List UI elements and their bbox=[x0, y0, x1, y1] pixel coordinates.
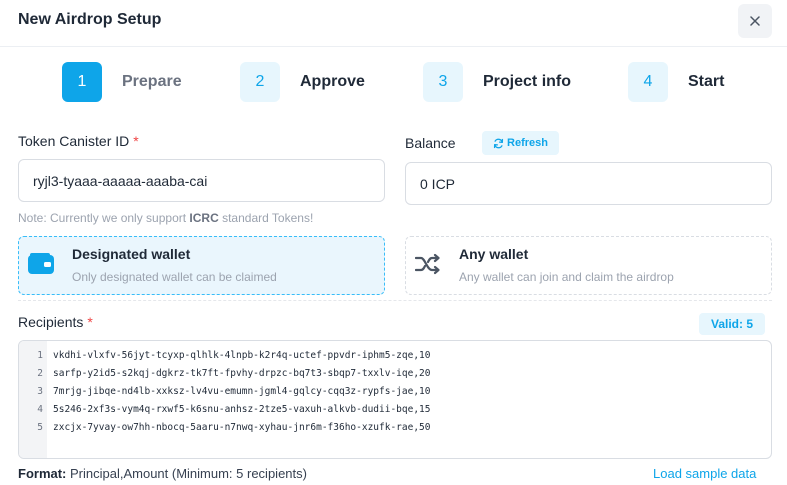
modal-title: New Airdrop Setup bbox=[18, 11, 162, 28]
recipient-line[interactable]: 7mrjg-jibqe-nd4lb-xxksz-lv4vu-emumn-jgml… bbox=[53, 383, 431, 401]
recipient-line[interactable]: vkdhi-vlxfv-56jyt-tcyxp-qlhlk-4lnpb-k2r4… bbox=[53, 347, 431, 365]
line-number: 2 bbox=[37, 368, 43, 379]
step-label: Start bbox=[688, 73, 725, 90]
format-hint: Format: Principal,Amount (Minimum: 5 rec… bbox=[18, 466, 307, 481]
wallet-icon bbox=[28, 251, 54, 277]
note-bold: ICRC bbox=[189, 211, 219, 225]
step-project-info: 3 Project info bbox=[423, 62, 571, 102]
modal-header: New Airdrop Setup bbox=[0, 0, 787, 47]
token-note: Note: Currently we only support ICRC sta… bbox=[18, 211, 313, 225]
recipients-label-text: Recipients bbox=[18, 314, 84, 330]
token-canister-label: Token Canister ID * bbox=[18, 133, 139, 149]
step-approve: 2 Approve bbox=[240, 62, 365, 102]
any-wallet-option[interactable]: Any wallet Any wallet can join and claim… bbox=[405, 236, 772, 295]
step-label: Approve bbox=[300, 73, 365, 90]
required-mark: * bbox=[133, 133, 139, 149]
line-number: 4 bbox=[37, 404, 43, 415]
close-icon bbox=[750, 16, 760, 26]
recipients-code[interactable]: vkdhi-vlxfv-56jyt-tcyxp-qlhlk-4lnpb-k2r4… bbox=[53, 347, 431, 437]
step-number: 3 bbox=[423, 62, 463, 102]
recipients-label: Recipients * bbox=[18, 314, 93, 330]
step-prepare: 1 Prepare bbox=[62, 62, 182, 102]
note-suffix: standard Tokens! bbox=[218, 211, 314, 225]
recipients-editor[interactable]: 1 2 3 4 5 vkdhi-vlxfv-56jyt-tcyxp-qlhlk-… bbox=[18, 340, 772, 459]
balance-label: Balance bbox=[405, 135, 456, 151]
required-mark: * bbox=[87, 314, 93, 330]
wallet-option-title: Any wallet bbox=[459, 246, 529, 262]
step-label: Project info bbox=[483, 73, 572, 90]
recipient-line[interactable]: 5s246-2xf3s-vym4q-rxwf5-k6snu-anhsz-2tze… bbox=[53, 401, 431, 419]
wallet-option-subtitle: Any wallet can join and claim the airdro… bbox=[459, 270, 674, 284]
line-number-gutter: 1 2 3 4 5 bbox=[19, 341, 47, 458]
valid-count-badge: Valid: 5 bbox=[699, 313, 765, 335]
balance-display: 0 ICP bbox=[405, 162, 772, 205]
recipient-line[interactable]: zxcjx-7yvay-ow7hh-nbocq-5aaru-n7nwq-xyha… bbox=[53, 419, 431, 437]
load-sample-data-link[interactable]: Load sample data bbox=[653, 466, 756, 481]
note-prefix: Note: Currently we only support bbox=[18, 211, 190, 225]
step-number: 1 bbox=[62, 62, 102, 102]
step-label: Prepare bbox=[122, 73, 182, 90]
format-hint-text: Principal,Amount (Minimum: 5 recipients) bbox=[66, 466, 307, 481]
step-number: 2 bbox=[240, 62, 280, 102]
balance-value: 0 ICP bbox=[420, 175, 456, 192]
wallet-option-title: Designated wallet bbox=[72, 246, 191, 262]
refresh-button[interactable]: Refresh bbox=[482, 131, 559, 155]
line-number: 5 bbox=[37, 422, 43, 433]
shuffle-icon bbox=[415, 251, 441, 277]
step-number: 4 bbox=[628, 62, 668, 102]
section-divider bbox=[18, 300, 772, 301]
recipient-line[interactable]: sarfp-y2id5-s2kqj-dgkrz-tk7ft-fpvhy-drpz… bbox=[53, 365, 431, 383]
format-hint-bold: Format: bbox=[18, 466, 67, 481]
token-canister-value: ryjl3-tyaaa-aaaaa-aaaba-cai bbox=[33, 172, 208, 189]
designated-wallet-option[interactable]: Designated wallet Only designated wallet… bbox=[18, 236, 385, 295]
token-canister-label-text: Token Canister ID bbox=[18, 133, 130, 149]
wallet-option-subtitle: Only designated wallet can be claimed bbox=[72, 270, 277, 284]
line-number: 1 bbox=[37, 350, 43, 361]
refresh-label: Refresh bbox=[507, 137, 548, 149]
step-start: 4 Start bbox=[628, 62, 724, 102]
refresh-icon bbox=[493, 138, 504, 148]
line-number: 3 bbox=[37, 386, 43, 397]
token-canister-input[interactable]: ryjl3-tyaaa-aaaaa-aaaba-cai bbox=[18, 159, 385, 202]
close-button[interactable] bbox=[738, 4, 772, 38]
